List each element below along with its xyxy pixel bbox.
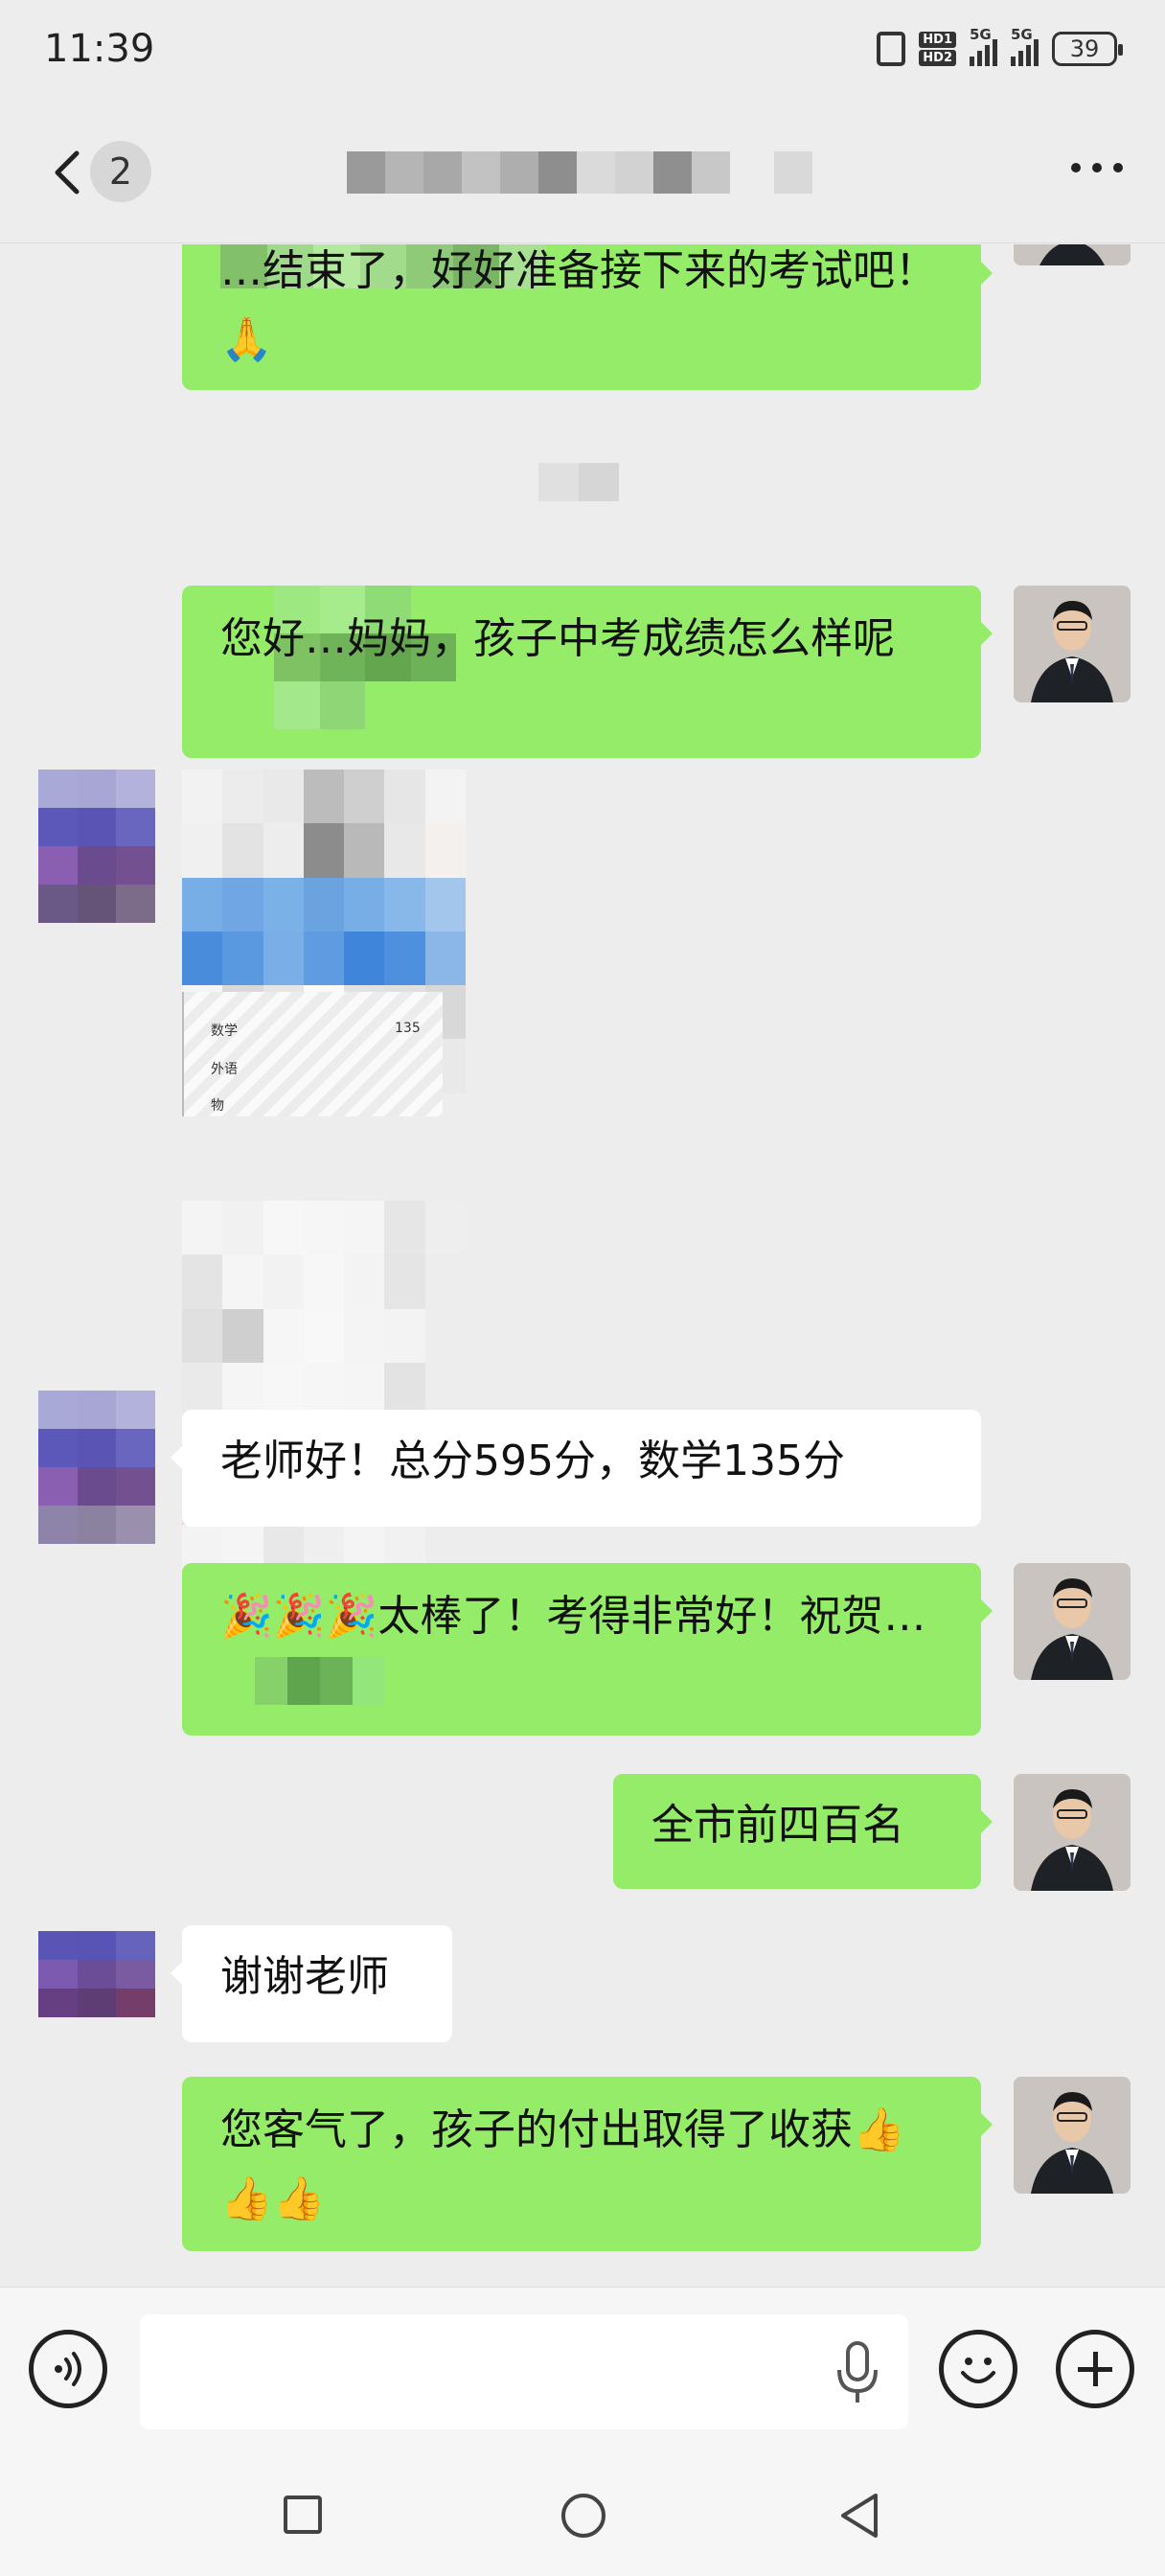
message-text: …结束了，好好准备接下来的考试吧！🙏 <box>220 246 937 364</box>
chat-title-mosaic <box>347 151 812 194</box>
score-value: 135 <box>395 1021 421 1036</box>
signal-icon-2: 5G <box>1011 26 1039 66</box>
plus-icon[interactable] <box>1056 2330 1134 2408</box>
message-bubble-out[interactable]: …结束了，好好准备接下来的考试吧！🙏 <box>182 244 993 390</box>
unread-count-badge[interactable]: 2 <box>90 141 151 202</box>
subject-label: 物 <box>211 1098 224 1114</box>
network-label-2: 5G <box>1011 26 1033 43</box>
avatar[interactable] <box>1014 244 1131 265</box>
avatar[interactable] <box>38 770 155 923</box>
avatar[interactable] <box>38 1931 155 2046</box>
hd-icon: HD1 HD2 <box>919 32 956 66</box>
message-text: 谢谢老师 <box>220 1952 389 2001</box>
network-label-1: 5G <box>970 26 992 43</box>
battery-level: 39 <box>1069 35 1100 62</box>
nav-back-icon[interactable] <box>837 2492 881 2540</box>
nav-recent-icon[interactable] <box>284 2496 322 2534</box>
status-icons: HD1 HD2 5G 5G 39 <box>877 26 1123 69</box>
score-table-strip: 数学 135 外语 物 <box>182 992 443 1116</box>
message-bubble-out[interactable]: 您客气了，孩子的付出取得了收获👍👍👍 <box>182 2077 993 2251</box>
mic-icon[interactable] <box>834 2339 881 2406</box>
message-text: 全市前四百名 <box>651 1801 904 1850</box>
avatar[interactable] <box>1014 1563 1131 1680</box>
redaction-mosaic <box>255 1657 385 1705</box>
message-bubble-out[interactable]: 🎉🎉🎉太棒了！考得非常好！祝贺… <box>182 1563 993 1736</box>
message-bubble-in[interactable]: 谢谢老师 <box>171 1925 452 2042</box>
hd2-label: HD2 <box>919 50 956 66</box>
subject-label: 外语 <box>211 1062 238 1077</box>
subject-label: 数学 <box>211 1024 238 1039</box>
timestamp-mosaic <box>538 463 619 501</box>
status-time: 11:39 <box>44 27 155 71</box>
message-text: 老师好！总分595分，数学135分 <box>220 1437 845 1485</box>
avatar[interactable] <box>1014 586 1131 702</box>
input-bar <box>0 2287 1165 2450</box>
vibrate-icon <box>877 32 906 66</box>
avatar[interactable] <box>38 1391 155 1544</box>
message-text: 您客气了，孩子的付出取得了收获👍👍👍 <box>220 2105 905 2223</box>
nav-home-icon[interactable] <box>561 2494 605 2538</box>
avatar[interactable] <box>1014 1774 1131 1891</box>
message-list[interactable]: …结束了，好好准备接下来的考试吧！🙏 您好…妈妈，孩子中考成绩怎么样呢 数学 1… <box>0 244 1165 2286</box>
more-icon[interactable] <box>1071 163 1123 172</box>
status-bar: 11:39 HD1 HD2 5G 5G 39 <box>0 0 1165 105</box>
battery-icon: 39 <box>1052 32 1123 66</box>
avatar[interactable] <box>1014 2077 1131 2194</box>
message-bubble-out[interactable]: 全市前四百名 <box>613 1774 993 1889</box>
message-input[interactable] <box>140 2314 908 2429</box>
message-bubble-out[interactable]: 您好…妈妈，孩子中考成绩怎么样呢 <box>182 586 993 758</box>
emoji-icon[interactable] <box>939 2330 1017 2408</box>
signal-icon-1: 5G <box>970 26 997 66</box>
message-text: 您好…妈妈，孩子中考成绩怎么样呢 <box>220 614 895 663</box>
message-bubble-in[interactable]: 老师好！总分595分，数学135分 <box>171 1410 981 1527</box>
chat-screen: 11:39 HD1 HD2 5G 5G 39 2 …结束了，好好准备接下来的考试… <box>0 0 1165 2576</box>
chat-header: 2 <box>0 105 1165 243</box>
system-nav-bar <box>0 2450 1165 2576</box>
hd1-label: HD1 <box>919 32 956 48</box>
message-text: 🎉🎉🎉太棒了！考得非常好！祝贺… <box>220 1592 926 1641</box>
voice-icon[interactable] <box>29 2330 107 2408</box>
